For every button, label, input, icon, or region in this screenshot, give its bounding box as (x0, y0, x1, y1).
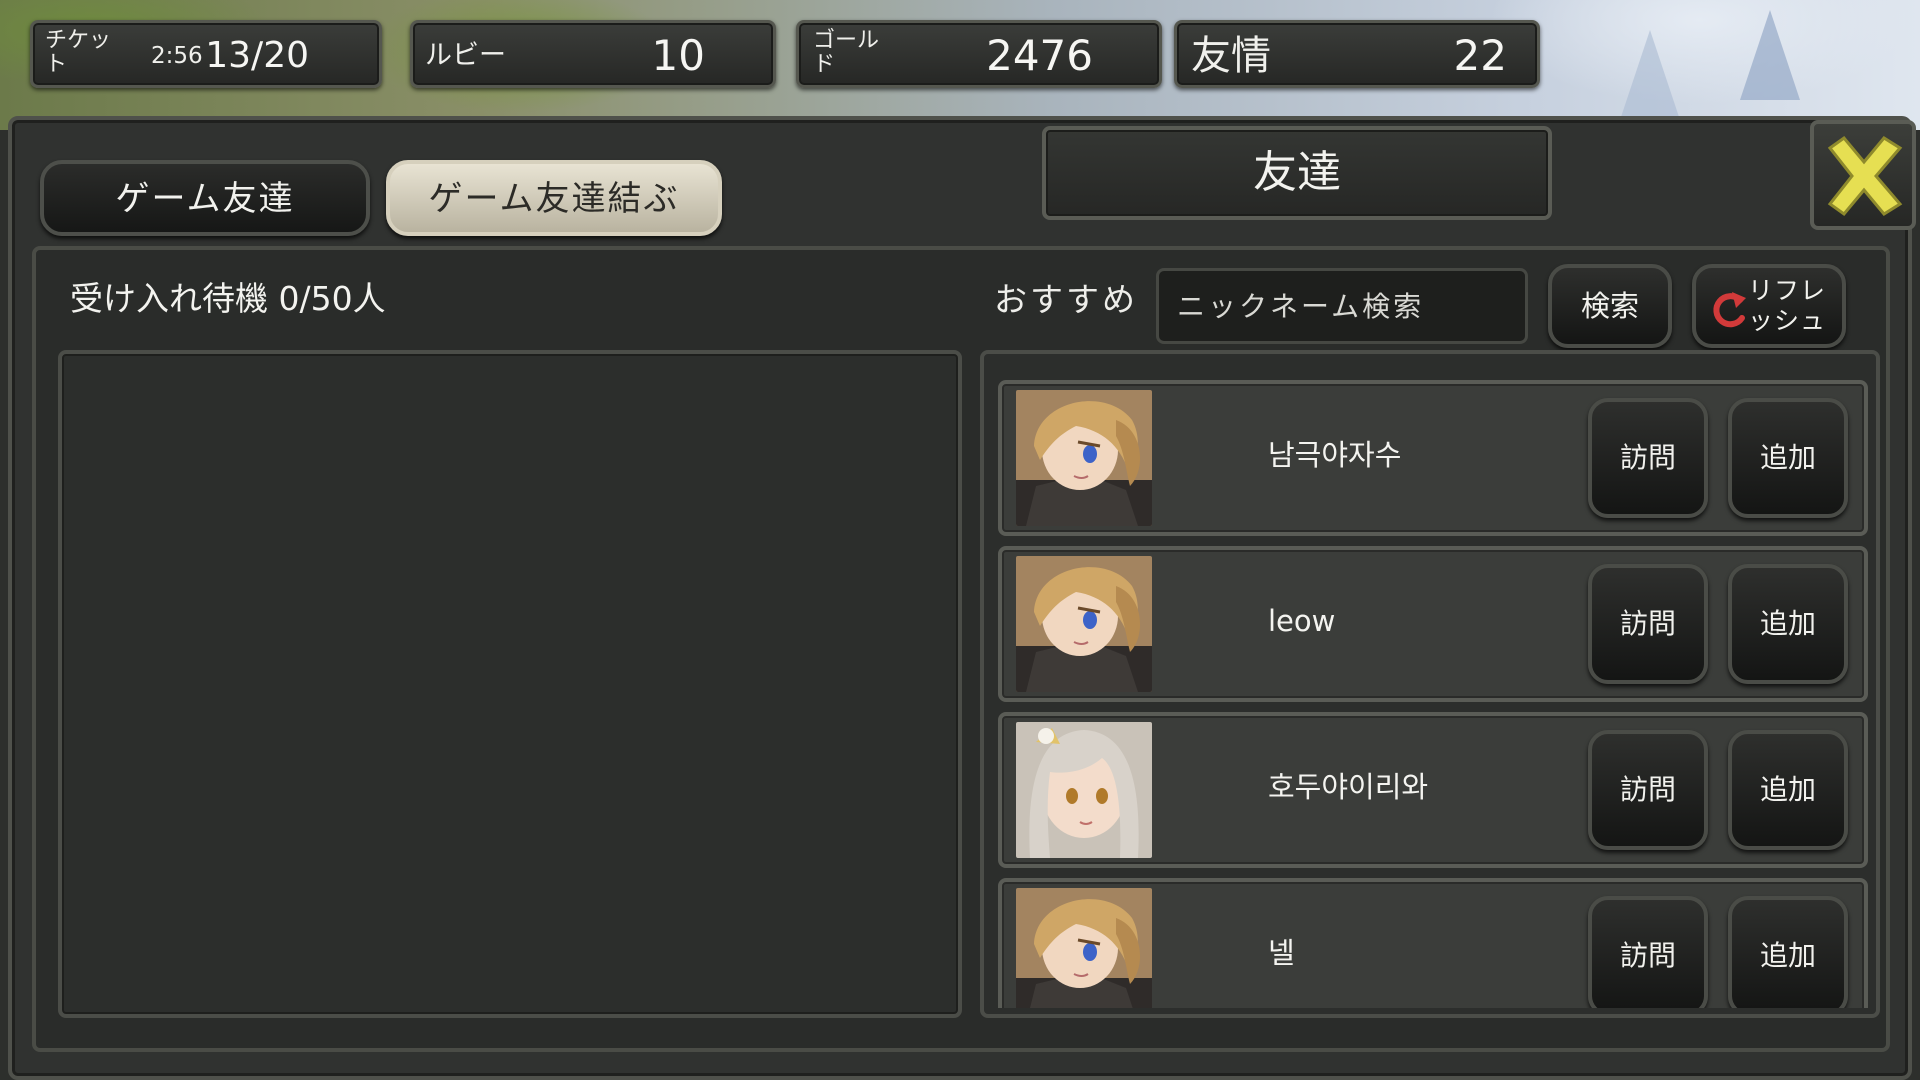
add-friend-button[interactable]: 追加 (1728, 730, 1848, 850)
castle-tower-shape (1740, 10, 1800, 100)
ticket-label: チケット (45, 28, 112, 77)
add-friend-button[interactable]: 追加 (1728, 896, 1848, 1008)
player-name: leow (1268, 604, 1336, 638)
ruby-label: ルビー (425, 40, 506, 71)
player-name: 호두야이리와 (1268, 770, 1429, 804)
player-name: 넬 (1268, 936, 1295, 970)
add-friend-button[interactable]: 追加 (1728, 398, 1848, 518)
tab-add-game-friends[interactable]: ゲーム友達結ぶ (386, 160, 722, 236)
add-friend-button[interactable]: 追加 (1728, 564, 1848, 684)
pending-requests-list (58, 350, 962, 1018)
friendship-label: 友情 (1191, 33, 1271, 79)
player-row: 남극야자수 訪問 追加 (998, 380, 1868, 536)
player-row: leow 訪問 追加 (998, 546, 1868, 702)
pending-requests-label: 受け入れ待機 0/50人 (70, 279, 386, 318)
friends-panel: ゲーム友達 ゲーム友達結ぶ 友達 受け入れ待機 0/50人 おすすめ 検索 リフ… (8, 116, 1916, 1080)
close-x-icon (1827, 135, 1903, 217)
content-frame: 受け入れ待機 0/50人 おすすめ 検索 リフレッシュ (32, 246, 1890, 1052)
close-button[interactable] (1810, 120, 1916, 230)
gold-counter: ゴールド 2476 (796, 20, 1162, 88)
silver-haired-girl-portrait-icon (1016, 722, 1152, 858)
ticket-counter: チケット 2:56 13/20 (30, 20, 382, 88)
game-screen: チケット 2:56 13/20 ルビー 10 ゴールド 2476 友情 22 ゲ… (0, 0, 1920, 1080)
recommend-label: おすすめ (994, 280, 1138, 319)
castle-tower-shape (1620, 30, 1680, 120)
player-name: 남극야자수 (1268, 438, 1402, 472)
player-portrait (1016, 722, 1152, 858)
ticket-value: 13/20 (205, 35, 309, 76)
blonde-knight-portrait-icon (1016, 556, 1152, 692)
player-portrait (1016, 888, 1152, 1008)
ruby-counter: ルビー 10 (410, 20, 776, 88)
visit-button[interactable]: 訪問 (1588, 564, 1708, 684)
refresh-icon (1713, 292, 1746, 328)
friendship-value: 22 (1453, 31, 1507, 80)
tab-game-friends[interactable]: ゲーム友達 (40, 160, 370, 236)
ruby-value: 10 (651, 31, 705, 80)
nickname-search-input[interactable] (1156, 268, 1528, 344)
player-portrait (1016, 556, 1152, 692)
player-row: 호두야이리와 訪問 追加 (998, 712, 1868, 868)
blonde-knight-portrait-icon (1016, 888, 1152, 1008)
recommended-players-list[interactable]: 남극야자수 訪問 追加 leow 訪問 追加 호두야이리와 訪問 追加 넬 訪問… (980, 350, 1880, 1018)
player-portrait (1016, 390, 1152, 526)
gold-label: ゴールド (813, 28, 880, 77)
player-row: 넬 訪問 追加 (998, 878, 1868, 1008)
ticket-timer: 2:56 (151, 43, 203, 69)
blonde-knight-portrait-icon (1016, 390, 1152, 526)
visit-button[interactable]: 訪問 (1588, 398, 1708, 518)
search-button[interactable]: 検索 (1548, 264, 1672, 348)
gold-value: 2476 (986, 31, 1093, 80)
refresh-label: リフレッシュ (1748, 276, 1827, 335)
refresh-button[interactable]: リフレッシュ (1692, 264, 1846, 348)
friendship-counter: 友情 22 (1174, 20, 1540, 88)
panel-title: 友達 (1042, 126, 1552, 220)
visit-button[interactable]: 訪問 (1588, 730, 1708, 850)
recommended-players-scroll[interactable]: 남극야자수 訪問 追加 leow 訪問 追加 호두야이리와 訪問 追加 넬 訪問… (998, 380, 1868, 1008)
visit-button[interactable]: 訪問 (1588, 896, 1708, 1008)
